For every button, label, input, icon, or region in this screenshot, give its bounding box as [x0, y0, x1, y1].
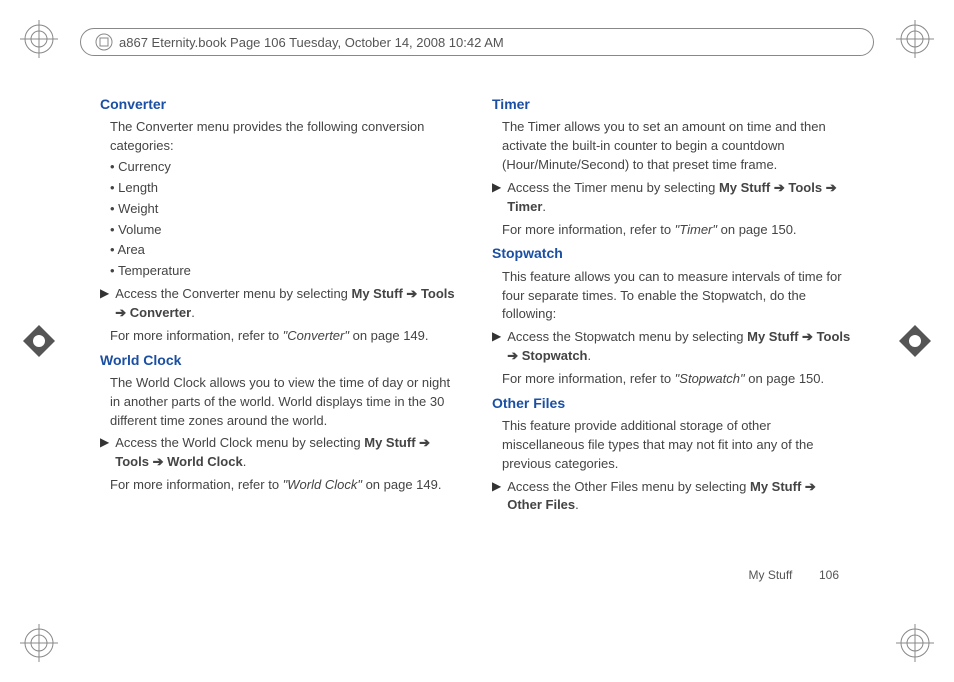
stopwatch-action: ▶ Access the Stopwatch menu by selecting…: [492, 328, 854, 366]
otherfiles-action-text: Access the Other Files menu by selecting…: [507, 478, 854, 516]
timer-heading: Timer: [492, 94, 854, 114]
otherfiles-heading: Other Files: [492, 393, 854, 413]
stopwatch-ref: For more information, refer to "Stopwatc…: [492, 370, 854, 389]
converter-bullet: Temperature: [110, 262, 462, 281]
timer-action-text: Access the Timer menu by selecting My St…: [507, 179, 854, 217]
worldclock-ref: For more information, refer to "World Cl…: [100, 476, 462, 495]
worldclock-intro: The World Clock allows you to view the t…: [100, 374, 462, 431]
play-marker-icon: ▶: [492, 328, 501, 366]
regmark-bottom-right: [896, 624, 934, 662]
converter-bullet: Volume: [110, 221, 462, 240]
worldclock-action: ▶ Access the World Clock menu by selecti…: [100, 434, 462, 472]
footer-page-number: 106: [819, 568, 839, 582]
regmark-top-left: [20, 20, 58, 58]
play-marker-icon: ▶: [100, 285, 109, 323]
regmark-mid-right: [896, 322, 934, 360]
converter-heading: Converter: [100, 94, 462, 114]
play-marker-icon: ▶: [492, 478, 501, 516]
converter-bullet: Currency: [110, 158, 462, 177]
footer-section: My Stuff: [748, 568, 792, 582]
regmark-bottom-left: [20, 624, 58, 662]
converter-bullet: Weight: [110, 200, 462, 219]
play-marker-icon: ▶: [100, 434, 109, 472]
play-marker-icon: ▶: [492, 179, 501, 217]
otherfiles-action: ▶ Access the Other Files menu by selecti…: [492, 478, 854, 516]
document-header-text: a867 Eternity.book Page 106 Tuesday, Oct…: [119, 35, 504, 50]
page-content: Converter The Converter menu provides th…: [100, 90, 854, 602]
stopwatch-intro: This feature allows you can to measure i…: [492, 268, 854, 325]
regmark-mid-left: [20, 322, 58, 360]
left-column: Converter The Converter menu provides th…: [100, 90, 462, 602]
converter-bullets: Currency Length Weight Volume Area Tempe…: [100, 158, 462, 281]
timer-intro: The Timer allows you to set an amount on…: [492, 118, 854, 175]
timer-ref: For more information, refer to "Timer" o…: [492, 221, 854, 240]
converter-action-text: Access the Converter menu by selecting M…: [115, 285, 462, 323]
converter-bullet: Length: [110, 179, 462, 198]
stopwatch-heading: Stopwatch: [492, 243, 854, 263]
timer-action: ▶ Access the Timer menu by selecting My …: [492, 179, 854, 217]
converter-bullet: Area: [110, 241, 462, 260]
converter-intro: The Converter menu provides the followin…: [100, 118, 462, 156]
right-column: Timer The Timer allows you to set an amo…: [492, 90, 854, 602]
book-icon: [95, 33, 113, 51]
regmark-top-right: [896, 20, 934, 58]
page-footer: My Stuff 106: [748, 568, 839, 582]
worldclock-heading: World Clock: [100, 350, 462, 370]
converter-ref: For more information, refer to "Converte…: [100, 327, 462, 346]
document-header-bar: a867 Eternity.book Page 106 Tuesday, Oct…: [80, 28, 874, 56]
converter-action: ▶ Access the Converter menu by selecting…: [100, 285, 462, 323]
worldclock-action-text: Access the World Clock menu by selecting…: [115, 434, 462, 472]
stopwatch-action-text: Access the Stopwatch menu by selecting M…: [507, 328, 854, 366]
otherfiles-intro: This feature provide additional storage …: [492, 417, 854, 474]
